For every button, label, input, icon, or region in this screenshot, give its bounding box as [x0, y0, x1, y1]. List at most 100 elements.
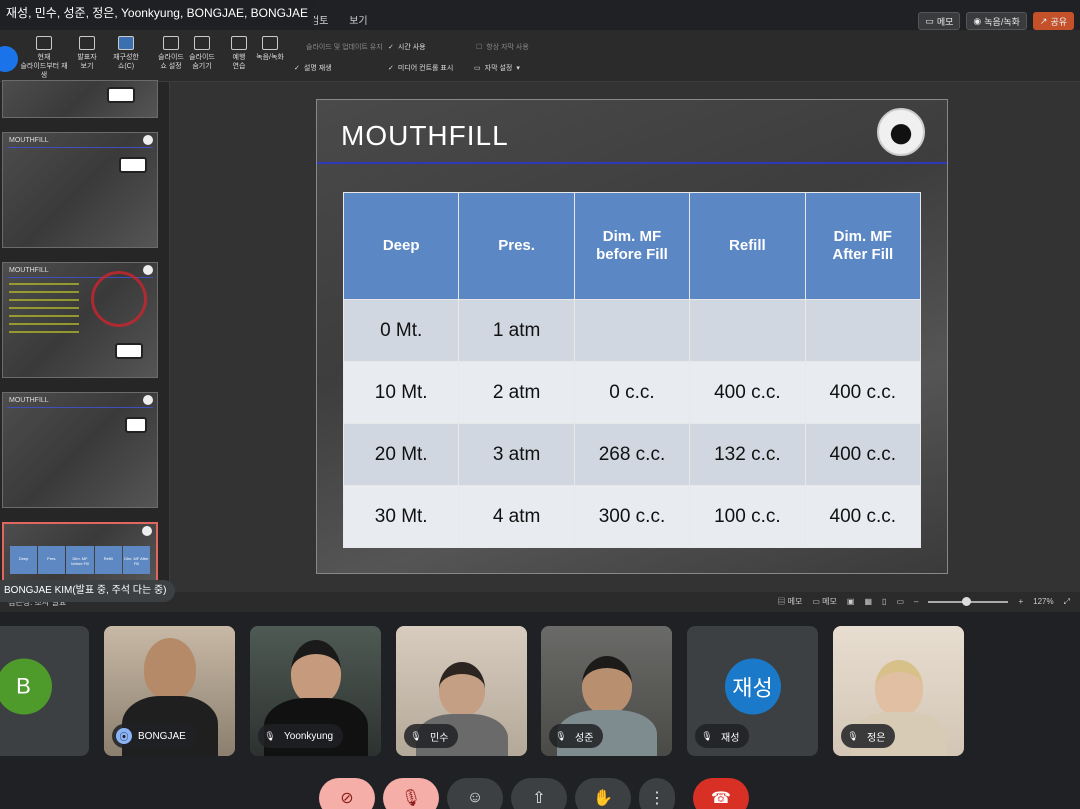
table-cell: 10 Mt. [342, 361, 460, 424]
memo-button[interactable]: ▭ 메모 [918, 12, 961, 30]
table-cell: 400 c.c. [804, 423, 922, 486]
more-options-button[interactable]: ⋮ [639, 778, 675, 809]
table-cell: 3 atm [458, 423, 575, 486]
reading-view-icon[interactable]: ▯ [882, 597, 886, 606]
share-button[interactable]: ↗ 공유 [1032, 12, 1074, 30]
participant-name: 재성 [721, 732, 740, 744]
record-button[interactable]: ◉ 녹음/녹화 [966, 12, 1027, 30]
table-header: Dim. MF before Fill [573, 192, 691, 300]
participant-tile-bongjae[interactable]: ⦿ BONGJAE [104, 626, 235, 756]
keep-updated-option[interactable]: 슬라이드 및 업데이트 유지 [306, 42, 383, 52]
subtitle-icon: ▭ [474, 65, 481, 72]
table-header-row: Deep Pres. Dim. MF before Fill Refill Di… [342, 192, 922, 300]
participant-tile-seongjun[interactable]: 🎙 성준 [541, 626, 672, 756]
present-button[interactable]: ⇧ [511, 778, 567, 809]
rehearse-button[interactable]: 예행 연습 [226, 36, 252, 71]
table-cell: 30 Mt. [342, 485, 460, 548]
comment-icon: ▭ [812, 597, 823, 606]
slideshow-ribbon: 현재 슬라이드부터 재생 발표자 보기 재구성한 쇼(C) 슬라이드 쇼 설정 … [0, 30, 1080, 82]
zoom-in-button[interactable]: + [1018, 597, 1023, 606]
mic-toggle-button[interactable]: 🎙 [383, 778, 439, 809]
use-timings-checkbox[interactable]: ✓ 시간 사용 [388, 42, 426, 52]
fit-to-window-icon[interactable]: ⤢ [1064, 597, 1070, 607]
slide-thumbnail-5[interactable]: Deep Pres. Dim. MF before Fill Refill Dim. M… [2, 522, 158, 582]
participant-tile-b[interactable]: B [0, 626, 89, 756]
hide-slide-icon [194, 36, 210, 50]
camera-toggle-button[interactable]: ⊘ [319, 778, 375, 809]
mic-off-icon: 🎙 [847, 730, 859, 741]
notes-button[interactable]: ▤ 메모 [777, 596, 802, 607]
setup-icon [163, 36, 179, 50]
table-header: Deep [342, 192, 460, 300]
slide-thumbnail-2[interactable]: MOUTHFILL [2, 132, 158, 248]
end-call-button[interactable]: ☎ [693, 778, 749, 809]
setup-show-button[interactable]: 슬라이드 쇼 설정 [154, 36, 188, 71]
participant-tile-jaeseong[interactable]: 재성 🎙 재성 [687, 626, 818, 756]
mic-off-icon: 🎙 [264, 730, 276, 741]
table-row: 10 Mt. 2 atm 0 c.c. 400 c.c. 400 c.c. [342, 361, 922, 424]
rehearse-icon [231, 36, 247, 50]
show-media-controls-checkbox[interactable]: ✓ 미디어 컨트롤 표시 [388, 63, 453, 73]
slide-thumbnail-3[interactable]: MOUTHFILL [2, 262, 158, 378]
participant-tile-jeongeun[interactable]: 🎙 정은 [833, 626, 964, 756]
logo-icon [143, 135, 153, 145]
table-cell: 100 c.c. [689, 485, 806, 548]
hand-icon: ✋ [593, 790, 613, 807]
mic-off-icon: 🎙 [555, 730, 567, 741]
table-cell: 0 c.c. [573, 361, 691, 424]
custom-show-button[interactable]: 재구성한 쇼(C) [108, 36, 144, 71]
avatar: B [0, 658, 52, 715]
participant-tile-yoonkyung[interactable]: 🎙 Yoonkyung [250, 626, 381, 756]
zoom-slider[interactable] [928, 596, 1009, 606]
slide-thumbnail-1[interactable] [2, 80, 158, 118]
ppt-top-actions: ▭ 메모 ◉ 녹음/녹화 ↗ 공유 [918, 12, 1074, 30]
table-cell: 400 c.c. [689, 361, 806, 424]
mask-image [115, 343, 143, 359]
always-subtitles-checkbox[interactable]: ☐ 항상 자막 사용 [476, 42, 529, 52]
from-current-slide-button[interactable]: 현재 슬라이드부터 재생 [18, 36, 70, 80]
custom-show-icon [118, 36, 134, 50]
menu-view[interactable]: 보기 [349, 16, 367, 27]
emoji-button[interactable]: ☺ [447, 778, 503, 809]
stamp-image [91, 271, 147, 327]
mic-off-icon: 🎙 [400, 790, 422, 807]
comments-button[interactable]: ▭ 메모 [812, 596, 837, 607]
table-cell: 400 c.c. [804, 361, 922, 424]
table-header: Refill [689, 192, 806, 300]
mini-table: Deep Pres. Dim. MF before Fill Refill Dim. M… [10, 546, 151, 574]
current-slide[interactable]: MOUTHFILL Deep Pres. Dim. MF before Fill… [316, 99, 948, 574]
zoom-level[interactable]: 127% [1033, 597, 1053, 606]
mouthfill-table[interactable]: Deep Pres. Dim. MF before Fill Refill Di… [342, 192, 922, 548]
slide-thumbnail-panel[interactable]: MOUTHFILL MOUTHFILL MOUTHFILL Deep Pres. D… [0, 80, 170, 592]
subtitle-settings-dropdown[interactable]: ▭ 자막 설정 ▾ [474, 63, 520, 73]
normal-view-icon[interactable]: ▣ [847, 597, 855, 606]
ppt-menu: 검토 보기 [310, 12, 386, 27]
participant-name: BONGJAE [138, 730, 186, 742]
slideshow-view-icon[interactable]: ▭ [896, 597, 904, 606]
table-cell: 268 c.c. [573, 423, 691, 486]
slide-editor[interactable]: MOUTHFILL Deep Pres. Dim. MF before Fill… [170, 82, 1080, 592]
zoom-slider-handle[interactable] [962, 596, 972, 606]
speaker-tooltip: BONGJAE KIM(발표 중, 주석 다는 중) [0, 580, 175, 602]
presenter-view-button[interactable]: 발표자 보기 [72, 36, 102, 71]
speaking-icon: ⦿ [116, 728, 132, 744]
slide-title[interactable]: MOUTHFILL [341, 120, 509, 152]
raise-hand-button[interactable]: ✋ [575, 778, 631, 809]
table-cell: 0 Mt. [342, 299, 460, 362]
chevron-down-icon: ▾ [516, 65, 520, 72]
table-cell: 20 Mt. [342, 423, 460, 486]
participant-tile-minsu[interactable]: 🎙 민수 [396, 626, 527, 756]
logo-icon [143, 265, 153, 275]
check-icon: ✓ [294, 65, 300, 72]
record-slideshow-button[interactable]: 녹음/녹화 [254, 36, 286, 62]
end-call-icon: ☎ [711, 790, 731, 807]
hide-slide-button[interactable]: 슬라이드 숨기기 [186, 36, 218, 71]
table-row: 0 Mt. 1 atm [342, 299, 922, 362]
notes-icon: ▤ [777, 597, 788, 606]
table-header: Pres. [458, 192, 575, 300]
slide-sorter-icon[interactable]: ▦ [864, 597, 872, 606]
zoom-out-button[interactable]: – [914, 597, 918, 606]
slide-thumbnail-4[interactable]: MOUTHFILL [2, 392, 158, 508]
presenter-icon [79, 36, 95, 50]
play-narration-checkbox[interactable]: ✓ 설명 재생 [294, 63, 332, 73]
